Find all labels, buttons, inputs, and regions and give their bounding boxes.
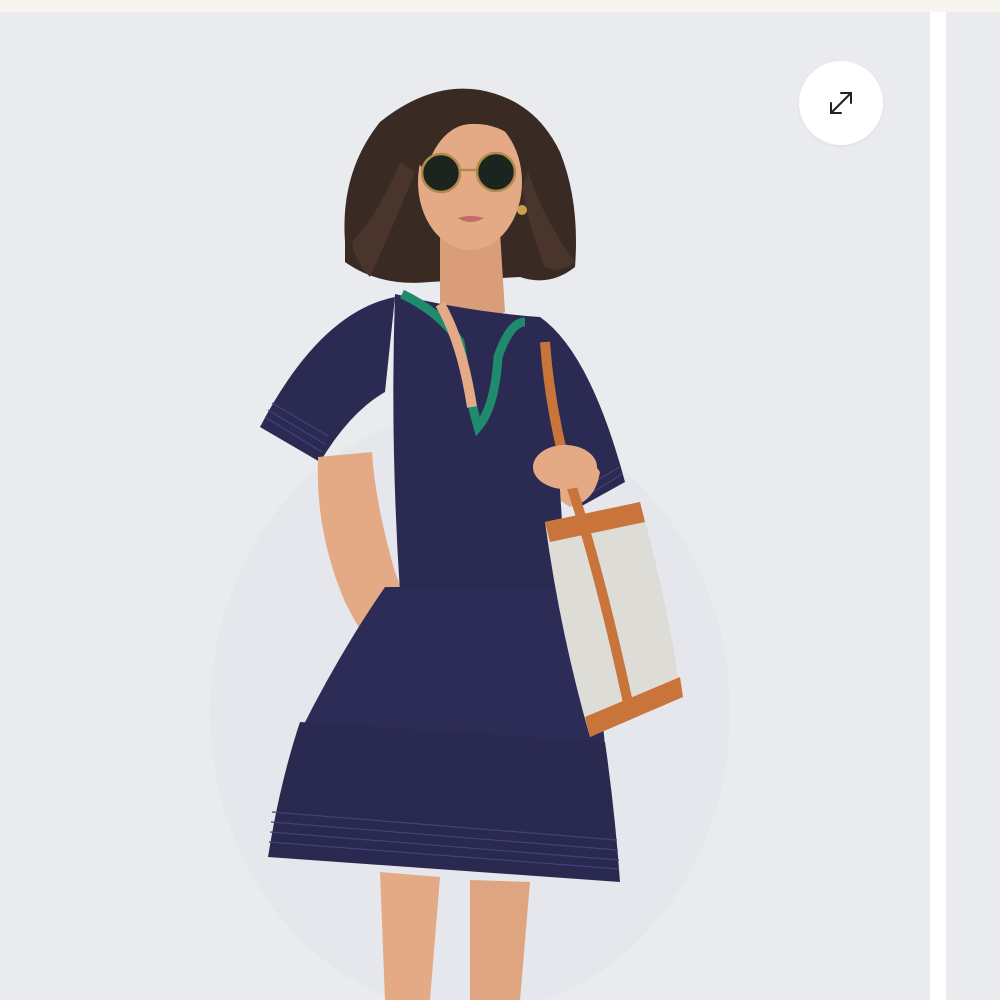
expand-arrows-icon [830,92,852,114]
product-photo [0,12,930,1000]
expand-image-button[interactable] [799,61,883,145]
product-image-gallery [0,12,1000,1000]
top-strip [0,0,1000,12]
gallery-slide-active[interactable] [0,12,930,1000]
gallery-gap [930,12,946,1000]
gallery-slide-next[interactable] [946,12,1000,1000]
